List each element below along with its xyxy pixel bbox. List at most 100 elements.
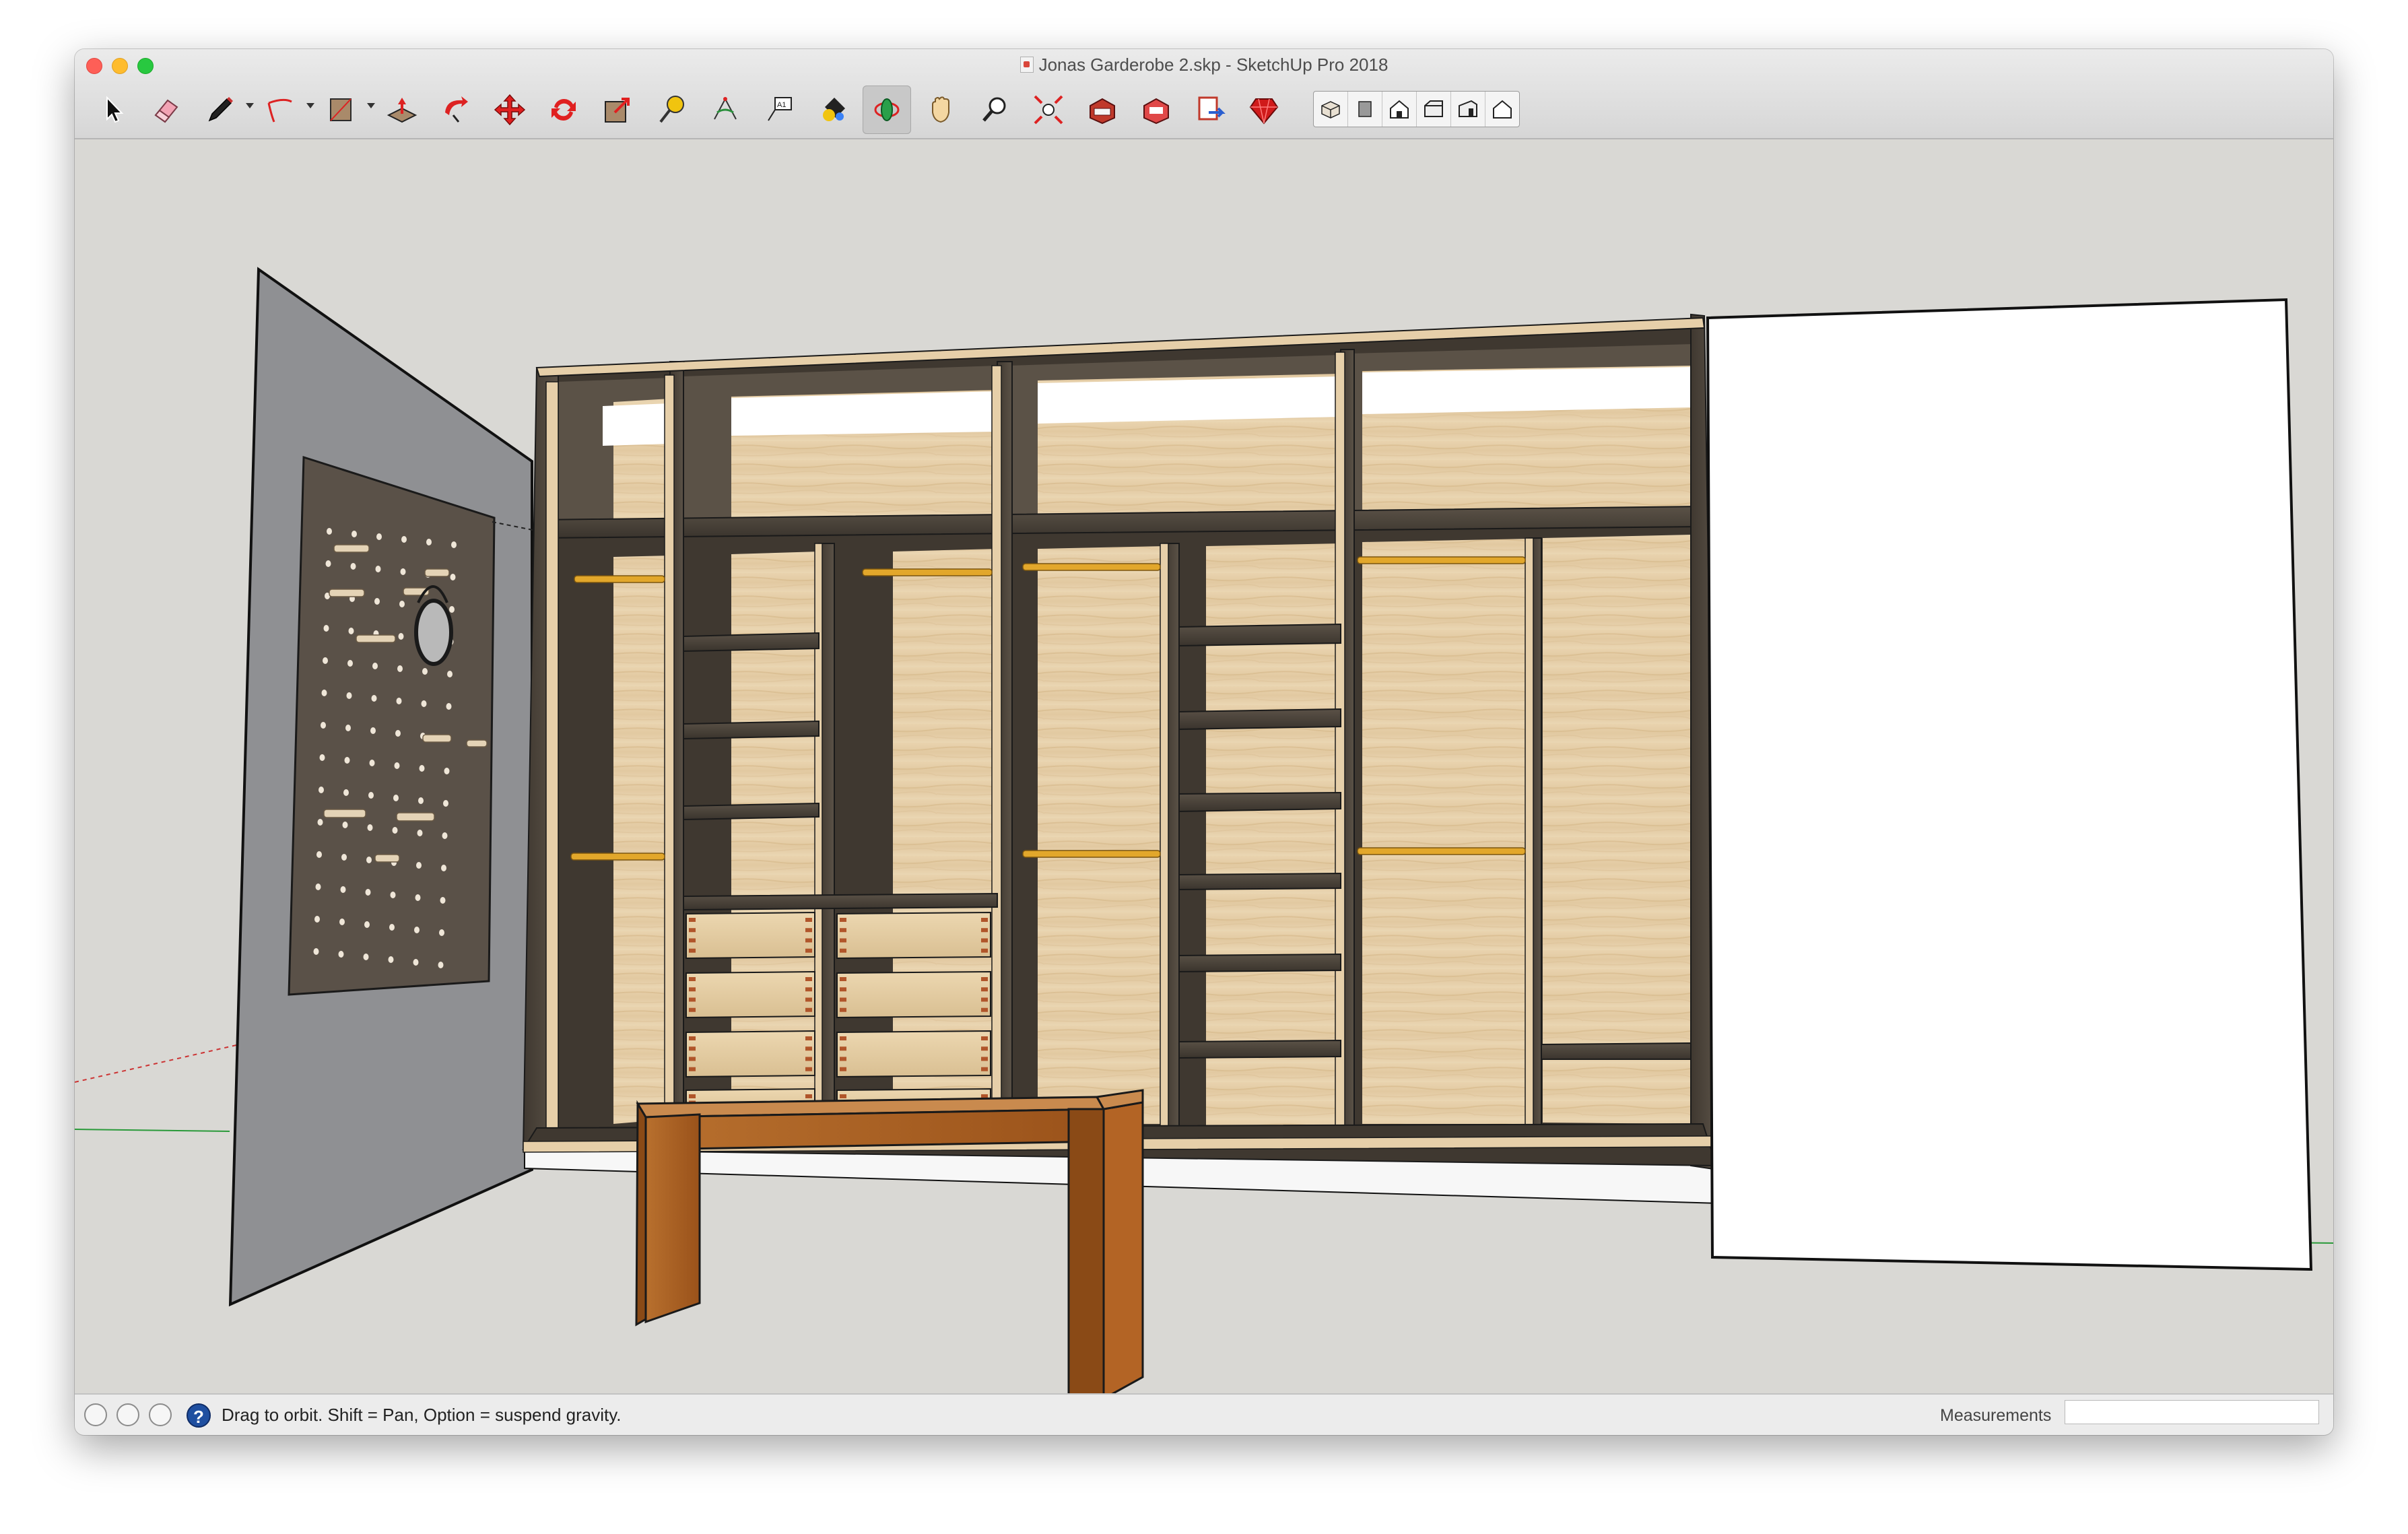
follow-me-tool-button[interactable]	[432, 86, 480, 134]
orbit-tool-button[interactable]	[863, 86, 911, 134]
rectangle-tool-dropdown-caret[interactable]	[367, 103, 375, 108]
top-view-button[interactable]	[1348, 92, 1382, 127]
dovetail-joint	[981, 918, 988, 922]
extension-warehouse-tool-button[interactable]	[1132, 86, 1180, 134]
drawer[interactable]	[836, 1030, 991, 1078]
left-view-button[interactable]	[1485, 92, 1519, 127]
dovetail-joint	[981, 977, 988, 981]
sliding-door-panel[interactable]	[1706, 298, 2313, 1271]
peg-hole	[396, 698, 402, 704]
dovetail-joint	[981, 1067, 988, 1071]
extension-warehouse-icon	[1143, 98, 1169, 125]
send-to-layout-icon	[1198, 96, 1226, 121]
select-tool-button[interactable]	[88, 86, 137, 134]
peg-hole	[371, 695, 377, 702]
protractor-tool-button[interactable]	[701, 86, 749, 134]
text-tool-button[interactable]: A1	[755, 86, 803, 134]
peg-hole	[346, 692, 352, 699]
peg-hole	[388, 956, 394, 963]
peg-hole	[319, 787, 324, 793]
title-bar: Jonas Garderobe 2.skp - SketchUp Pro 201…	[75, 49, 2333, 139]
geo-location-icon[interactable]	[84, 1403, 107, 1426]
green-axis-line	[75, 1129, 230, 1132]
warehouse-tool-button[interactable]	[1078, 86, 1127, 134]
rectangle-tool-button[interactable]	[317, 86, 366, 134]
main-toolbar: A1	[84, 83, 2320, 137]
peg-hole	[321, 690, 327, 696]
peg-hole	[339, 919, 345, 925]
paint-bucket-tool-button[interactable]	[809, 86, 857, 134]
peg-hole	[364, 921, 370, 928]
rotate-tool-button[interactable]	[539, 86, 588, 134]
peg-hole	[344, 757, 350, 764]
zoom-tool-button[interactable]	[970, 86, 1019, 134]
dovetail-joint	[981, 1007, 988, 1012]
dovetail-joint	[840, 1007, 846, 1012]
front-view-button[interactable]	[1382, 92, 1417, 127]
line-tool-button[interactable]	[196, 86, 244, 134]
peg-hole	[323, 625, 329, 632]
drawer[interactable]	[685, 1030, 815, 1078]
peg-hole	[442, 832, 448, 839]
measurements-input[interactable]	[2065, 1400, 2319, 1424]
peg-hole	[313, 948, 319, 955]
text-label-icon: A1	[768, 97, 792, 121]
send-to-layout-tool-button[interactable]	[1186, 86, 1234, 134]
paint-bucket-icon	[823, 98, 845, 121]
move-arrows-icon	[494, 94, 526, 126]
sketchup-window: Jonas Garderobe 2.skp - SketchUp Pro 201…	[75, 49, 2333, 1435]
iso-view-button[interactable]	[1314, 92, 1348, 127]
peg-hole	[370, 727, 376, 734]
bench[interactable]	[635, 1089, 1144, 1411]
peg-hole	[415, 894, 421, 901]
dovetail-joint	[689, 938, 696, 943]
dovetail-joint	[805, 918, 812, 922]
line-tool-dropdown-caret[interactable]	[246, 103, 254, 108]
model-canvas[interactable]	[75, 139, 2333, 1411]
dovetail-joint	[840, 997, 846, 1002]
move-tool-button[interactable]	[486, 86, 534, 134]
dovetail-joint	[981, 948, 988, 953]
extension-manager-tool-button[interactable]	[1240, 86, 1288, 134]
round-mirror[interactable]	[414, 599, 453, 666]
peg-hole	[317, 819, 323, 826]
pan-tool-button[interactable]	[916, 86, 965, 134]
peg-hole	[392, 827, 398, 834]
help-icon[interactable]: ?	[187, 1403, 211, 1428]
scale-tool-button[interactable]	[593, 86, 642, 134]
arc-tool-dropdown-caret[interactable]	[306, 103, 314, 108]
peg-hole	[327, 528, 332, 535]
dovetail-joint	[805, 1094, 812, 1098]
iso-view-icon	[1321, 101, 1340, 119]
back-view-button[interactable]	[1451, 92, 1485, 127]
dovetail-joint	[805, 938, 812, 943]
drawer[interactable]	[836, 970, 991, 1019]
right-view-button[interactable]	[1417, 92, 1451, 127]
dovetail-joint	[689, 977, 696, 981]
red-axis-line	[75, 1044, 237, 1083]
drawer[interactable]	[685, 970, 815, 1019]
3d-warehouse-icon	[1090, 98, 1115, 125]
peg-hole	[417, 830, 423, 836]
dovetail-joint	[689, 1094, 696, 1098]
peg-hole	[451, 541, 457, 548]
drawer[interactable]	[685, 911, 815, 960]
model-viewport[interactable]	[75, 139, 2333, 1411]
peg-hole	[348, 628, 354, 634]
peg-board[interactable]	[288, 455, 496, 996]
dovetail-joint	[840, 1067, 846, 1071]
front-view-icon	[1390, 100, 1409, 119]
user-account-icon[interactable]	[149, 1403, 172, 1426]
zoom-extents-tool-button[interactable]	[1024, 86, 1073, 134]
drawer[interactable]	[836, 911, 991, 960]
push-pull-tool-button[interactable]	[378, 86, 426, 134]
dovetail-joint	[805, 1046, 812, 1051]
peg-hole	[323, 657, 328, 664]
credits-icon[interactable]	[116, 1403, 139, 1426]
eraser-tool-button[interactable]	[142, 86, 191, 134]
peg-hole	[350, 563, 356, 570]
tape-measure-tool-button[interactable]	[647, 86, 696, 134]
arc-tool-button[interactable]	[257, 86, 305, 134]
peg-hole	[438, 962, 444, 968]
peg-hole	[369, 760, 375, 766]
